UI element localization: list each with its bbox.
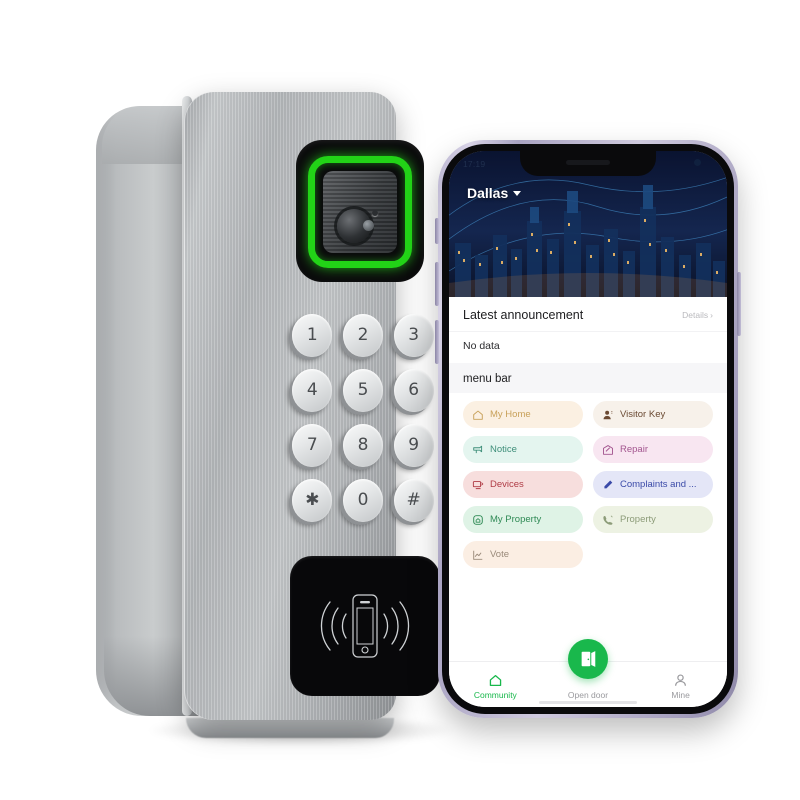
menu-grid: My Home Visitor Key Notice Repair Device [449,393,727,582]
menu-item-vote[interactable]: Vote [463,541,583,568]
menu-item-label: Visitor Key [620,409,666,420]
tab-label: Open door [567,690,609,700]
keypad-key[interactable]: 5 [342,369,383,412]
menu-bar-heading: menu bar [449,363,727,393]
menu-item-devices[interactable]: Devices [463,471,583,498]
keypad-key[interactable]: 4 [292,369,333,412]
monitor-icon [472,480,484,489]
keypad-key-label: 2 [357,324,369,345]
keypad-key[interactable]: 0 [342,479,383,522]
screenshot-canvas: 1 2 3 4 5 6 7 8 9 ✱ 0 # 17:19 Dallas Lat… [0,0,800,800]
keypad[interactable]: 1 2 3 4 5 6 7 8 9 ✱ 0 # [288,308,438,528]
status-bar-time: 17:19 [463,158,486,169]
phone-volume-up-button[interactable] [435,262,439,306]
nfc-phone-waves-icon [320,594,410,658]
announcement-title: Latest announcement [463,308,584,322]
visitor-icon [603,410,613,419]
tab-mine[interactable]: Mine [644,673,718,700]
person-icon [675,674,687,686]
smartphone-mockup: 17:19 Dallas Latest announcement Details… [435,140,741,718]
menu-item-label: Devices [490,479,524,490]
chevron-down-icon [513,190,522,196]
keypad-key-label: 6 [408,379,420,400]
keypad-key-label: ✱ [305,489,320,510]
chevron-right-icon: › [710,310,713,320]
menu-item-my-property[interactable]: My Property [463,506,583,533]
menu-item-property[interactable]: Property [593,506,713,533]
tab-community[interactable]: Community [458,673,532,700]
home-indicator [539,701,637,704]
rfid-card-reader[interactable] [290,556,440,696]
repair-icon [603,444,613,455]
keypad-key-label: 1 [306,324,318,345]
keypad-key[interactable]: 1 [292,314,333,357]
home-icon [473,410,483,420]
keypad-key[interactable]: 3 [393,314,434,357]
hero-banner: 17:19 Dallas [449,151,727,297]
menu-item-complaints[interactable]: Complaints and ... [593,471,713,498]
keypad-key[interactable]: 2 [342,314,383,357]
city-name: Dallas [467,185,509,201]
keypad-key-label: 4 [306,379,318,400]
keypad-key-label: 7 [306,434,318,455]
menu-item-my-home[interactable]: My Home [463,401,583,428]
phone-notch [520,151,656,176]
keypad-key[interactable]: 7 [292,424,333,467]
camera-status-ring [308,156,412,268]
keypad-key-label: 9 [408,434,420,455]
menu-item-notice[interactable]: Notice [463,436,583,463]
menu-item-label: My Home [490,409,531,420]
phone-volume-down-button[interactable] [435,320,439,364]
announcement-header: Latest announcement Details › [449,297,727,331]
menu-item-visitor-key[interactable]: Visitor Key [593,401,713,428]
battery-icon [449,151,464,159]
camera-lens [337,209,374,243]
door-icon [581,651,596,667]
details-label: Details [682,310,709,320]
home-icon [489,674,502,687]
phone-power-button[interactable] [737,272,741,336]
keypad-key-label: 3 [408,324,420,345]
chart-icon [473,550,483,560]
microphone-pinhole [372,210,378,216]
keypad-key[interactable]: 8 [342,424,383,467]
device-front-face: 1 2 3 4 5 6 7 8 9 ✱ 0 # [184,92,440,720]
menu-grid-spacer [593,541,713,568]
keypad-key[interactable]: 9 [393,424,434,467]
open-door-button[interactable] [568,639,608,679]
menu-item-label: Property [620,514,656,525]
city-selector[interactable]: Dallas [467,185,522,201]
announcement-empty-state: No data [449,331,727,363]
menu-item-repair[interactable]: Repair [593,436,713,463]
phone-call-icon [603,515,613,525]
earpiece-speaker [566,160,610,165]
tab-label: Mine [671,690,690,700]
phone-silent-switch[interactable] [435,218,439,244]
keypad-key-label: 0 [357,489,369,510]
access-control-device: 1 2 3 4 5 6 7 8 9 ✱ 0 # [96,92,456,746]
menu-item-label: Notice [490,444,517,455]
keypad-key-label: # [406,489,421,510]
menu-item-label: Vote [490,549,510,560]
announcement-card: Latest announcement Details › No data [449,297,727,363]
menu-item-label: Repair [620,444,648,455]
keypad-key-hash[interactable]: # [393,479,434,522]
face-recognition-camera [296,140,424,282]
shield-home-icon [473,514,483,525]
keypad-key-label: 5 [357,379,369,400]
menu-item-label: Complaints and ... [620,479,697,490]
tab-label: Community [473,690,517,700]
announcement-details-link[interactable]: Details › [682,310,713,320]
megaphone-icon [473,445,483,453]
keypad-key-star[interactable]: ✱ [292,479,333,522]
keypad-key-label: 8 [357,434,369,455]
pen-icon [604,480,613,488]
keypad-key[interactable]: 6 [393,369,434,412]
menu-item-label: My Property [490,514,542,525]
camera-lens-housing [323,171,397,253]
phone-screen: 17:19 Dallas Latest announcement Details… [449,151,727,707]
device-bottom-edge [186,718,394,738]
